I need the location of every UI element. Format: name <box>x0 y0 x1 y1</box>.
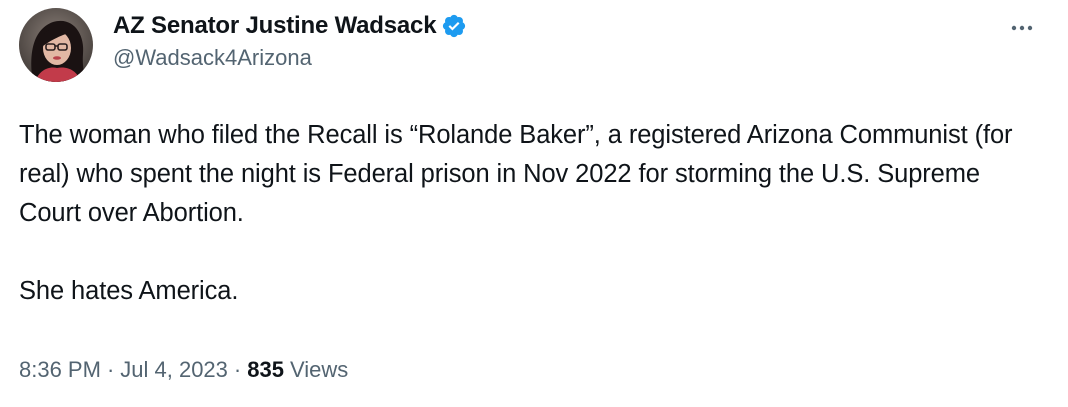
tweet-meta: 8:36 PM · Jul 4, 2023 · 835 Views <box>19 357 348 383</box>
avatar-image <box>19 8 93 82</box>
author-name-row: AZ Senator Justine Wadsack <box>113 10 467 42</box>
author-display-name[interactable]: AZ Senator Justine Wadsack <box>113 12 437 40</box>
avatar[interactable] <box>19 8 93 82</box>
more-options-icon[interactable] <box>1006 18 1038 38</box>
meta-separator: · <box>233 357 242 382</box>
tweet-paragraph: She hates America. <box>19 277 239 305</box>
meta-separator: · <box>106 357 115 382</box>
tweet-date[interactable]: Jul 4, 2023 <box>120 357 228 383</box>
verified-badge-icon[interactable] <box>441 13 467 39</box>
author-handle[interactable]: @Wadsack4Arizona <box>113 45 312 71</box>
views-count[interactable]: 835 <box>247 357 284 383</box>
tweet-time[interactable]: 8:36 PM <box>19 357 101 383</box>
tweet-card: AZ Senator Justine Wadsack @Wadsack4Ariz… <box>0 0 1068 407</box>
views-label: Views <box>289 357 349 382</box>
tweet-paragraph: The woman who filed the Recall is “Rolan… <box>19 121 1020 227</box>
tweet-text: The woman who filed the Recall is “Rolan… <box>19 116 1039 311</box>
